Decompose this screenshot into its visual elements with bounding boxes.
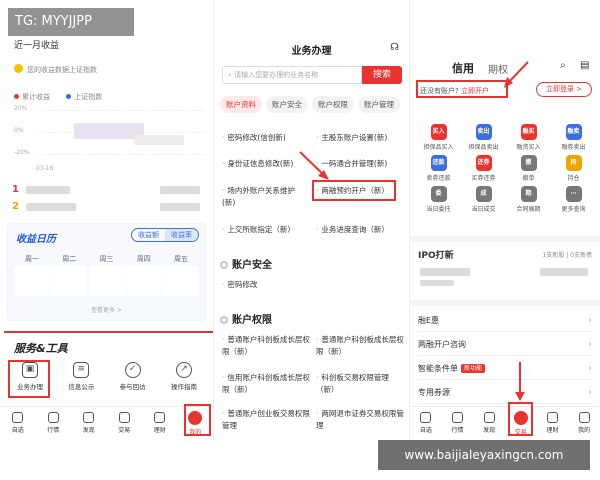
return-calendar: 收益日历 收益额 收益率 周一 周二 周三 周四 周五 查看更多 > bbox=[7, 223, 206, 321]
calendar-toggle[interactable]: 收益额 收益率 bbox=[131, 228, 199, 242]
trade-icon bbox=[118, 412, 130, 423]
tab-trade[interactable]: 交易 bbox=[110, 407, 138, 440]
calendar-more-link[interactable]: 查看更多 > bbox=[8, 305, 205, 314]
rank-1: 1 bbox=[12, 184, 19, 195]
toggle-rate[interactable]: 收益率 bbox=[165, 229, 198, 241]
monthly-return-title: 近一月收益 bbox=[14, 41, 60, 51]
tab-watchlist[interactable]: 自选 bbox=[4, 407, 32, 440]
tool-revisit[interactable]: ✓ 参与回访 bbox=[109, 358, 157, 400]
wealth-icon bbox=[154, 412, 166, 423]
tool-guide[interactable]: ↗ 操作指南 bbox=[160, 358, 208, 400]
mine-screen: 近一月收益 您的收益数据上证指数 累计收益 上证指数 20% 0% -20% 0… bbox=[0, 0, 213, 440]
site-url: www.baijialeyaxingcn.com bbox=[378, 440, 590, 470]
smile-icon bbox=[14, 64, 23, 73]
handshake-icon: ✓ bbox=[124, 362, 141, 378]
market-icon bbox=[47, 412, 59, 423]
rank-2: 2 bbox=[12, 201, 19, 212]
trade-screen: 信用 期权 ⌕ ▤ 还没有账户? 立即开户 立即登录 > 买入 担保品买入 卖出 担保… bbox=[409, 0, 600, 440]
return-note: 您的收益数据上证指数 bbox=[14, 64, 97, 75]
watermark: TG: MYYJJPP bbox=[8, 8, 134, 36]
pointer-arrow bbox=[299, 151, 329, 180]
notice-icon: ≡ bbox=[73, 362, 90, 378]
calendar-weekdays: 周一 周二 周三 周四 周五 bbox=[25, 255, 188, 263]
pointer-arrow bbox=[515, 362, 525, 401]
toggle-amount[interactable]: 收益额 bbox=[132, 229, 165, 241]
business-screen: 业务办理 ☊ ⌕ 请输入您要办理的业务名称 搜索 账户资料 账户安全 账户权限 … bbox=[213, 0, 409, 440]
bottom-tabbar: 自选 行情 发现 交易 理财 我的 bbox=[0, 406, 213, 440]
return-chart: 20% 0% -20% 03-16 bbox=[14, 105, 204, 175]
tab-discover[interactable]: 发现 bbox=[75, 407, 103, 440]
discover-icon bbox=[83, 412, 95, 423]
tab-market[interactable]: 行情 bbox=[39, 407, 67, 440]
chart-legend: 累计收益 上证指数 bbox=[14, 92, 116, 102]
calendar-cells bbox=[14, 266, 199, 296]
watchlist-icon bbox=[12, 412, 24, 423]
services-tools-title: 服务&工具 bbox=[14, 342, 68, 355]
calendar-title: 收益日历 bbox=[16, 234, 56, 245]
tab-wealth[interactable]: 理财 bbox=[146, 407, 174, 440]
compass-icon: ↗ bbox=[175, 362, 192, 378]
tool-disclosure[interactable]: ≡ 信息公示 bbox=[57, 358, 105, 400]
